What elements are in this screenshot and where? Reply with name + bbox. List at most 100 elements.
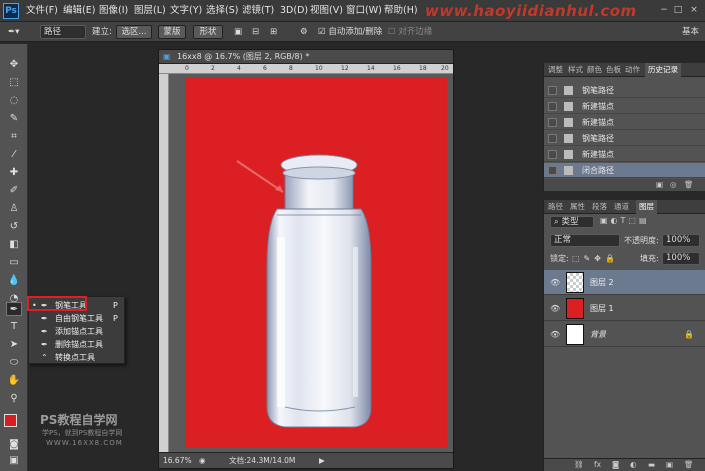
status-arrow-icon[interactable]: ▶	[319, 453, 325, 468]
trash-icon[interactable]: 🗑	[684, 179, 694, 191]
crop-icon[interactable]: ⌗	[6, 130, 22, 144]
tab-paths[interactable]: 路径	[548, 200, 563, 214]
history-row[interactable]: 新建锚点	[544, 99, 705, 114]
selection-button[interactable]: 选区...	[116, 25, 152, 39]
filter-icons[interactable]: ▣◐T⬚▤	[600, 216, 650, 225]
minimize-icon[interactable]: −	[658, 5, 670, 16]
layer-row[interactable]: 👁 背景 🔒	[544, 322, 705, 347]
status-icon[interactable]: ◉	[199, 453, 206, 468]
eye-icon[interactable]: 👁	[550, 304, 560, 313]
history-checkbox[interactable]	[548, 118, 557, 127]
lock-icons[interactable]: ⬚✎✥🔒	[572, 252, 619, 265]
mask-icon[interactable]: ◙	[612, 459, 619, 471]
menu-edit[interactable]: 编辑(E)	[63, 0, 95, 22]
menu-3d[interactable]: 3D(D)	[280, 0, 308, 22]
history-checkbox[interactable]	[548, 102, 557, 111]
gradient-icon[interactable]: ▭	[6, 256, 22, 270]
shape-button[interactable]: 形状	[193, 25, 223, 39]
screen-mode-icon[interactable]: ▣	[6, 454, 22, 468]
tab-history[interactable]: 历史记录	[645, 63, 681, 77]
foreground-color-swatch[interactable]	[4, 414, 17, 427]
menu-help[interactable]: 帮助(H)	[384, 0, 418, 22]
eye-icon[interactable]: 👁	[550, 330, 560, 339]
flyout-item-freeform-pen[interactable]: ✒ 自由钢笔工具 P	[29, 312, 124, 325]
adjust-icon[interactable]: ◐	[630, 459, 637, 471]
brush-icon[interactable]: ✐	[6, 184, 22, 198]
new-layer-icon[interactable]: ▣	[666, 459, 673, 471]
tab-paragraph[interactable]: 段落	[592, 200, 607, 214]
move-icon[interactable]: ✥	[6, 58, 22, 72]
tab-adjustments[interactable]: 调整	[548, 63, 563, 77]
menu-filter[interactable]: 滤镜(T)	[242, 0, 274, 22]
stamp-icon[interactable]: ♙	[6, 202, 22, 216]
tab-color[interactable]: 颜色	[587, 63, 602, 77]
opacity-field[interactable]: 100%	[662, 234, 700, 247]
pen-icon[interactable]: ✒	[6, 302, 22, 316]
healing-icon[interactable]: ✚	[6, 166, 22, 180]
zoom-level[interactable]: 16.67%	[163, 453, 192, 468]
gear-icon[interactable]: ⚙	[300, 25, 308, 39]
pen-tool-icon[interactable]: ✒▾	[8, 25, 19, 39]
menu-layer[interactable]: 图层(L)	[134, 0, 166, 22]
eye-icon[interactable]: 👁	[550, 278, 560, 287]
menu-window[interactable]: 窗口(W)	[346, 0, 382, 22]
hand-icon[interactable]: ✋	[6, 374, 22, 388]
history-checkbox[interactable]	[548, 134, 557, 143]
menu-type[interactable]: 文字(Y)	[170, 0, 202, 22]
menu-image[interactable]: 图像(I)	[99, 0, 128, 22]
layer-filter-select[interactable]: ⌕ 类型	[550, 216, 594, 228]
blur-icon[interactable]: 💧	[6, 274, 22, 288]
folder-icon[interactable]: ▬	[648, 459, 655, 471]
history-row[interactable]: 钢笔路径	[544, 83, 705, 98]
history-row[interactable]: 钢笔路径	[544, 131, 705, 146]
flyout-item-add-anchor[interactable]: ✒ 添加锚点工具	[29, 325, 124, 338]
flyout-item-convert-point[interactable]: ⌃ 转换点工具	[29, 351, 124, 364]
camera-icon[interactable]: ◎	[670, 179, 677, 191]
flyout-item-delete-anchor[interactable]: ✒ 删除锚点工具	[29, 338, 124, 351]
fx-icon[interactable]: fx	[594, 459, 601, 471]
zoom-icon[interactable]: ⚲	[6, 392, 22, 406]
maximize-icon[interactable]: □	[672, 5, 684, 16]
tab-swatches[interactable]: 色板	[606, 63, 621, 77]
align-edges-checkbox[interactable]: ☐ 对齐边缘	[388, 25, 432, 39]
tab-properties[interactable]: 属性	[570, 200, 585, 214]
fill-field[interactable]: 100%	[662, 252, 700, 265]
tab-styles[interactable]: 样式	[568, 63, 583, 77]
history-checkbox[interactable]	[548, 166, 557, 175]
menu-select[interactable]: 选择(S)	[206, 0, 238, 22]
history-row[interactable]: 新建锚点	[544, 115, 705, 130]
trash-icon[interactable]: 🗑	[684, 459, 694, 471]
quick-mask-icon[interactable]: ◙	[6, 438, 22, 452]
close-icon[interactable]: ×	[688, 5, 700, 16]
tab-actions[interactable]: 动作	[625, 63, 640, 77]
history-row-selected[interactable]: 闭合路径	[544, 163, 705, 178]
canvas[interactable]	[185, 77, 447, 447]
path-select-icon[interactable]: ➤	[6, 338, 22, 352]
history-row[interactable]: 新建锚点	[544, 147, 705, 162]
lasso-icon[interactable]: ◌	[6, 94, 22, 108]
marquee-icon[interactable]: ⬚	[6, 76, 22, 90]
mask-button[interactable]: 蒙版	[158, 25, 186, 39]
layer-row-selected[interactable]: 👁 图层 2	[544, 270, 705, 295]
layer-row[interactable]: 👁 图层 1	[544, 296, 705, 321]
path-arrange-icon[interactable]: ⊞	[270, 25, 277, 39]
history-brush-icon[interactable]: ↺	[6, 220, 22, 234]
path-align-icon[interactable]: ⊟	[252, 25, 259, 39]
tab-layers[interactable]: 图层	[636, 200, 657, 214]
workspace-select[interactable]: 基本	[682, 25, 699, 39]
auto-add-delete-checkbox[interactable]: ☑ 自动添加/删除	[318, 25, 382, 39]
new-doc-icon[interactable]: ▣	[656, 179, 663, 191]
menu-view[interactable]: 视图(V)	[310, 0, 343, 22]
shape-icon[interactable]: ⬭	[6, 356, 22, 370]
path-ops-icon[interactable]: ▣	[234, 25, 242, 39]
eyedropper-icon[interactable]: ⁄	[6, 148, 22, 162]
document-tab[interactable]: ▣ 16xx8 @ 16.7% (图层 2, RGB/8) *	[159, 50, 453, 64]
tab-channels[interactable]: 通道	[614, 200, 629, 214]
link-icon[interactable]: ⛓	[574, 459, 584, 471]
blend-mode-select[interactable]: 正常	[550, 234, 620, 247]
menu-file[interactable]: 文件(F)	[26, 0, 58, 22]
history-checkbox[interactable]	[548, 150, 557, 159]
history-checkbox[interactable]	[548, 86, 557, 95]
type-icon[interactable]: T	[6, 320, 22, 334]
path-mode-select[interactable]: 路径	[40, 25, 86, 39]
